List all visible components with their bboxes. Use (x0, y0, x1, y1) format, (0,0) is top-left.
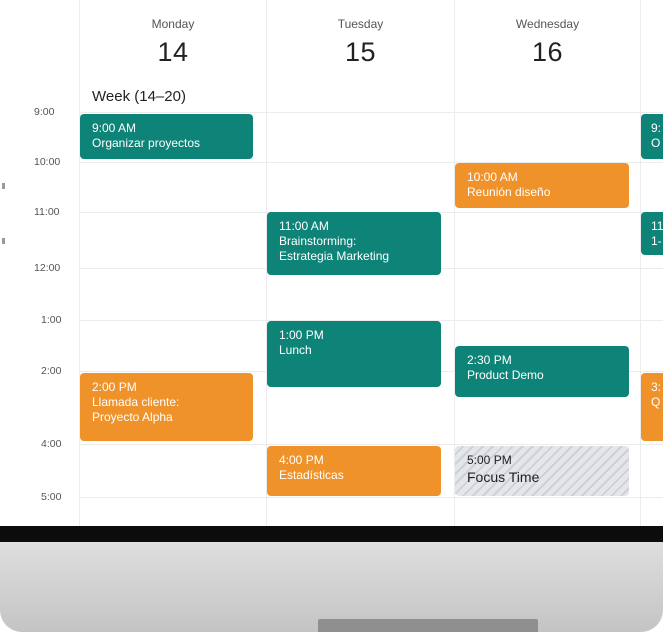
day-number: 14 (157, 37, 189, 67)
edge-mark (2, 238, 5, 244)
event-time: 5:00 PM (467, 453, 512, 467)
event-clipped[interactable]: 11 1- (641, 212, 663, 255)
event-estadisticas[interactable]: 4:00 PM Estadísticas (267, 446, 441, 496)
day-name: Monday (151, 17, 195, 31)
event-time: 9:00 AM (92, 121, 137, 135)
event-brainstorming[interactable]: 11:00 AM Brainstorming: Estrategia Marke… (267, 212, 441, 275)
event-title: Llamada cliente: (92, 395, 180, 409)
event-title: Lunch (279, 343, 312, 357)
day-header-tuesday[interactable]: Tuesday 15 (267, 0, 454, 68)
event-reunion-diseno[interactable]: 10:00 AM Reunión diseño (455, 163, 629, 208)
time-label: 10:00 (34, 156, 61, 168)
event-time: 11 (651, 219, 663, 233)
event-time: 2:00 PM (92, 380, 137, 394)
event-title: Brainstorming: (279, 234, 357, 248)
time-label: 4:00 (41, 438, 62, 450)
event-time: 2:30 PM (467, 353, 512, 367)
time-label: 9:00 (34, 106, 55, 118)
event-title: Q (651, 395, 661, 409)
time-label: 1:00 (41, 314, 62, 326)
time-label: 12:00 (34, 262, 61, 274)
event-organizar-proyectos[interactable]: 9:00 AM Organizar proyectos (80, 114, 253, 159)
day-name: Wednesday (515, 17, 580, 31)
time-label: 2:00 (41, 365, 62, 377)
event-lunch[interactable]: 1:00 PM Lunch (267, 321, 441, 387)
hour-gridline (80, 497, 663, 498)
monitor-stand (318, 619, 538, 632)
event-title: Reunión diseño (467, 185, 551, 199)
event-title: Organizar proyectos (92, 136, 201, 150)
day-number: 15 (344, 37, 377, 67)
hour-gridline (80, 112, 663, 113)
week-label: Week (14–20) (92, 88, 186, 105)
event-time: 9: (651, 121, 662, 135)
hour-gridline (80, 444, 663, 445)
event-product-demo[interactable]: 2:30 PM Product Demo (455, 346, 629, 397)
event-title: 1- (651, 234, 662, 248)
column-divider (79, 0, 80, 526)
event-time: 3: (651, 380, 662, 394)
edge-mark (2, 183, 5, 189)
event-clipped[interactable]: 9: O (641, 114, 663, 159)
event-clipped[interactable]: 3: Q (641, 373, 663, 441)
day-header-monday[interactable]: Monday 14 (80, 0, 266, 68)
monitor: Monday 14 Tuesday 15 Wednesday 16 Week (… (0, 0, 663, 632)
event-title: Product Demo (467, 368, 544, 382)
event-time: 10:00 AM (467, 170, 518, 184)
event-title: O (651, 136, 661, 150)
calendar-screen: Monday 14 Tuesday 15 Wednesday 16 Week (… (0, 0, 663, 526)
event-focus-time[interactable]: 5:00 PM Focus Time (455, 446, 629, 496)
event-title: Estrategia Marketing (279, 249, 390, 263)
time-label: 11:00 (34, 206, 60, 218)
column-divider (640, 0, 641, 526)
time-label: 5:00 (41, 491, 62, 503)
day-header-wednesday[interactable]: Wednesday 16 (455, 0, 640, 68)
event-llamada-cliente[interactable]: 2:00 PM Llamada cliente: Proyecto Alpha (80, 373, 253, 441)
event-title: Proyecto Alpha (92, 410, 173, 424)
event-title: Estadísticas (279, 468, 344, 482)
event-time: 1:00 PM (279, 328, 324, 342)
day-number: 16 (531, 37, 564, 67)
event-time: 11:00 AM (279, 219, 329, 233)
monitor-bezel (0, 526, 663, 542)
day-name: Tuesday (337, 17, 384, 31)
event-title: Focus Time (467, 469, 540, 485)
event-time: 4:00 PM (279, 453, 324, 467)
